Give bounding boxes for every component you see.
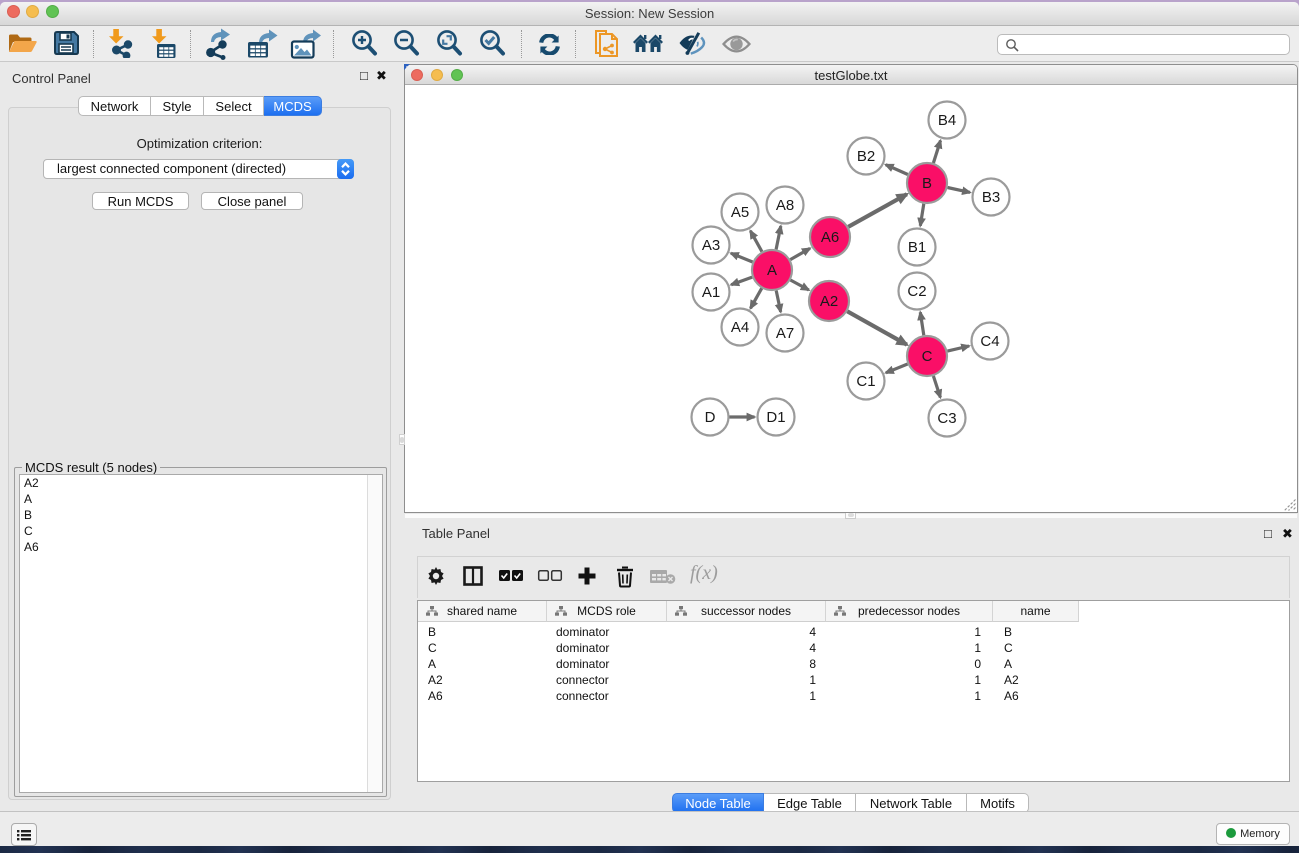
svg-text:B2: B2: [857, 148, 875, 165]
svg-text:A5: A5: [731, 204, 749, 221]
svg-text:A8: A8: [776, 197, 794, 214]
svg-text:A3: A3: [702, 237, 720, 254]
svg-text:A7: A7: [776, 325, 794, 342]
svg-text:C4: C4: [980, 333, 999, 350]
svg-text:A4: A4: [731, 319, 749, 336]
svg-text:A2: A2: [820, 293, 838, 310]
svg-text:C3: C3: [937, 410, 956, 427]
svg-text:A1: A1: [702, 284, 720, 301]
svg-text:C1: C1: [856, 373, 875, 390]
svg-text:A6: A6: [821, 229, 839, 246]
svg-text:A: A: [767, 262, 777, 279]
svg-text:B4: B4: [938, 112, 956, 129]
svg-text:C2: C2: [907, 283, 926, 300]
svg-text:D: D: [705, 409, 716, 426]
svg-text:B3: B3: [982, 189, 1000, 206]
svg-text:B: B: [922, 175, 932, 192]
svg-text:C: C: [922, 348, 933, 365]
svg-text:B1: B1: [908, 239, 926, 256]
svg-text:D1: D1: [766, 409, 785, 426]
